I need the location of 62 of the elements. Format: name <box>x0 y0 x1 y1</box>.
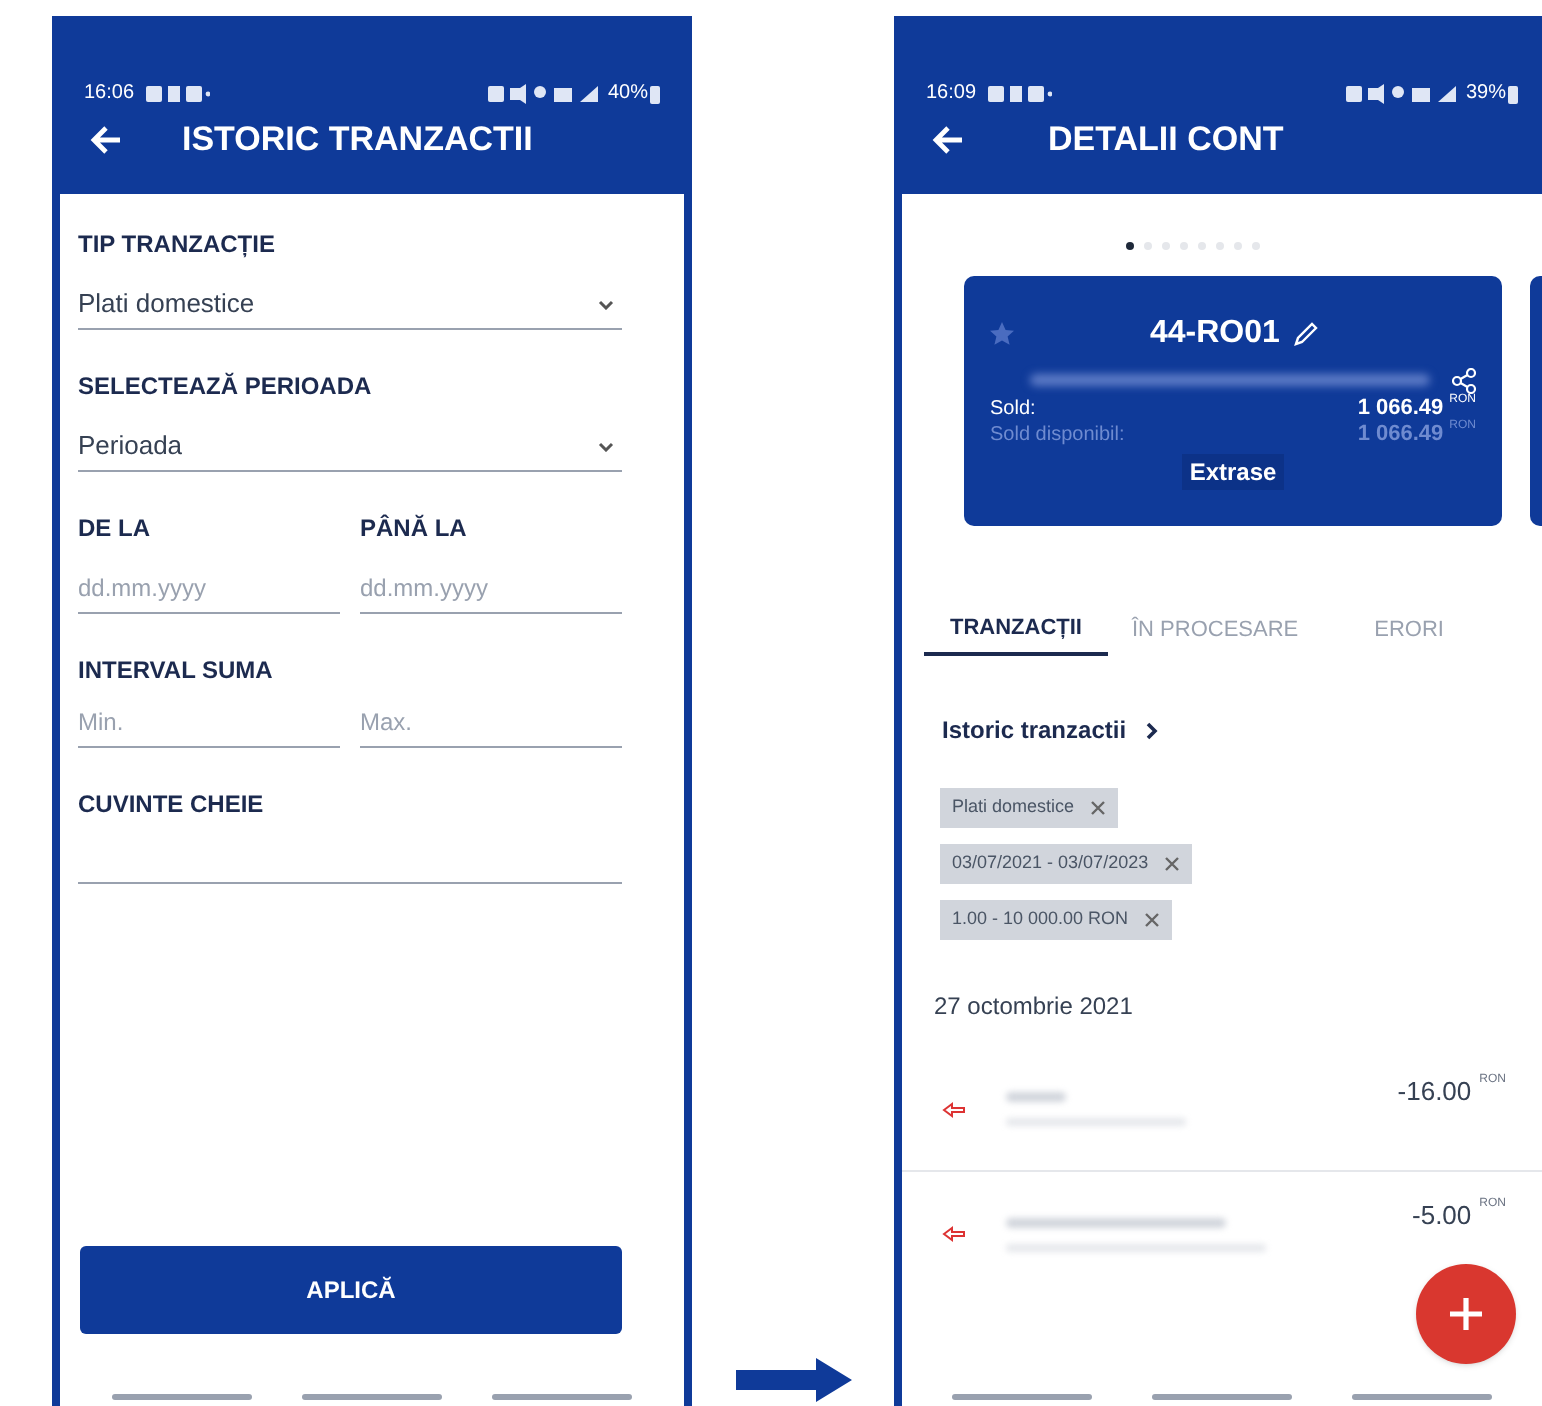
navigation-button[interactable] <box>491 1394 632 1400</box>
amount-input-field[interactable]: Max. <box>360 698 622 748</box>
screen-title: ISTORIC TRANZACTII <box>182 118 533 163</box>
blurred-bar <box>1006 1092 1066 1102</box>
battery-level: 40% <box>607 84 648 104</box>
chevron-down-icon <box>598 441 614 451</box>
date-input-field[interactable]: dd.mm.yyyy <box>360 564 622 614</box>
filter-chip[interactable]: 1.00 - 10 000.00 RON <box>940 900 1173 940</box>
filter-chip[interactable]: Plati domestice <box>940 788 1119 828</box>
field-label: CUVINTE CHEIE <box>78 788 266 820</box>
field-label: INTERVAL SUMA <box>78 654 275 686</box>
filter-chip[interactable]: 03/07/2021 - 03/07/2023 <box>940 844 1193 884</box>
left-arrow-icon <box>942 1101 966 1117</box>
apply-button[interactable]: APLICĂ <box>80 1246 622 1334</box>
share-icon[interactable] <box>1452 367 1476 393</box>
navigation-button[interactable] <box>301 1394 442 1400</box>
field-label: TIP TRANZACȚIE <box>78 228 277 260</box>
balance-amount: 1 066.49 <box>1357 394 1444 424</box>
history-link[interactable]: Istoric tranzactii <box>942 712 1127 748</box>
arrow-icon <box>735 1358 851 1402</box>
star-icon[interactable] <box>990 322 1014 346</box>
screen-title: DETALII CONT <box>1048 118 1284 163</box>
battery-icon <box>650 85 660 103</box>
tab[interactable]: TRANZACȚII <box>924 606 1108 656</box>
back-icon[interactable] <box>90 126 122 154</box>
chip-label: Plati domestice <box>952 794 1075 821</box>
chevron-down-icon <box>598 299 614 309</box>
date-input-field[interactable]: dd.mm.yyyy <box>78 564 340 614</box>
chevron-right-icon[interactable] <box>1146 721 1159 739</box>
balance-label: Sold: <box>990 396 1036 424</box>
field-label: PÂNĂ LA <box>360 512 469 544</box>
statements-button[interactable]: Extrase <box>1181 454 1285 490</box>
account-name: 44-RO01 <box>1150 314 1280 354</box>
dropdown-field[interactable]: Perioada <box>78 422 622 472</box>
system-status-icons <box>1345 84 1462 104</box>
close-icon[interactable] <box>1144 912 1161 928</box>
status-time: 16:09 <box>926 84 977 104</box>
navigation-button[interactable] <box>1152 1394 1292 1400</box>
dropdown-field[interactable]: Plati domestice <box>78 280 622 330</box>
balance-label: Sold disponibil: <box>990 422 1125 450</box>
chip-label: 03/07/2021 - 03/07/2023 <box>952 850 1149 877</box>
navigation-button[interactable] <box>112 1394 253 1400</box>
left-arrow-icon <box>942 1226 966 1242</box>
status-time: 16:06 <box>84 84 135 104</box>
navigation-button[interactable] <box>952 1394 1092 1400</box>
field-label: SELECTEAZĂ PERIOADA <box>78 370 374 402</box>
chip-label: 1.00 - 10 000.00 RON <box>952 906 1129 933</box>
date-heading: 27 octombrie 2021 <box>934 990 1135 1024</box>
close-icon[interactable] <box>1090 800 1107 816</box>
battery-level: 39% <box>1465 84 1506 104</box>
transaction-amount: -16.00 <box>1397 1074 1472 1110</box>
plus-icon <box>1448 1296 1484 1332</box>
close-icon[interactable] <box>1164 856 1181 872</box>
transaction-amount: -5.00 <box>1412 1198 1472 1234</box>
battery-icon <box>1508 85 1518 103</box>
balance-amount: 1 066.49 <box>1357 420 1444 451</box>
system-status-icons <box>487 84 604 104</box>
navigation-button[interactable] <box>1352 1394 1492 1400</box>
field-label: DE LA <box>78 512 152 544</box>
back-icon[interactable] <box>932 126 964 154</box>
pencil-icon[interactable] <box>1291 321 1318 347</box>
amount-input-field[interactable]: Min. <box>78 698 340 748</box>
